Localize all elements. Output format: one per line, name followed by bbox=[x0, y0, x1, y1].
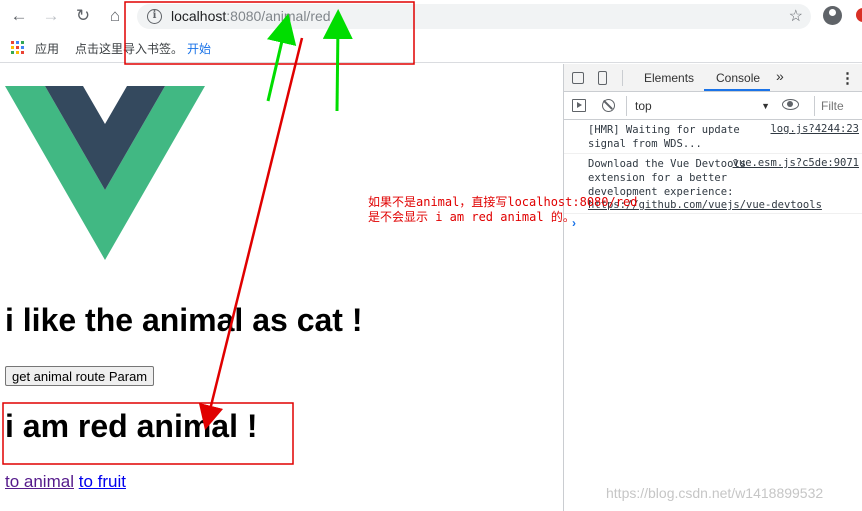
account-icon[interactable] bbox=[823, 6, 842, 25]
star-icon[interactable]: ☆ bbox=[789, 6, 803, 26]
get-route-param-button[interactable]: get animal route Param bbox=[5, 366, 155, 386]
devtools-tabbar: Elements Console » ⋮ bbox=[564, 64, 862, 92]
url-path: :8080/animal/red bbox=[226, 8, 331, 24]
clear-console-icon[interactable] bbox=[602, 99, 615, 112]
home-icon[interactable]: ⌂ bbox=[104, 5, 126, 27]
bookmark-start-link[interactable]: 开始 bbox=[187, 40, 211, 57]
console-message-link[interactable]: https://github.com/vuejs/vue-devtools bbox=[588, 199, 822, 211]
console-message-source[interactable]: vue.esm.js?c5de:9071 bbox=[733, 157, 859, 169]
reload-icon[interactable]: ↻ bbox=[72, 5, 94, 27]
bookmark-apps[interactable]: 应用 bbox=[35, 40, 59, 57]
route-result-heading: i am red animal ! bbox=[5, 408, 258, 444]
browser-window: ← → ↻ ⌂ i localhost:8080/animal/red ☆ 应用… bbox=[0, 0, 862, 511]
more-tabs-icon[interactable]: » bbox=[776, 68, 784, 84]
console-message-text: [HMR] Waiting for update signal from WDS… bbox=[588, 124, 747, 150]
to-animal-link[interactable]: to animal bbox=[5, 472, 74, 491]
console-sidebar-icon[interactable] bbox=[572, 99, 586, 112]
console-prompt-icon[interactable]: › bbox=[572, 216, 576, 230]
devtools-panel: Elements Console » ⋮ top ▼ [HMR] Waiting… bbox=[563, 64, 862, 511]
bookmarks-bar: 应用 点击这里导入书签。 开始 bbox=[0, 33, 862, 63]
context-value: top bbox=[635, 99, 652, 113]
bookmark-import-text: 点击这里导入书签。 bbox=[75, 42, 184, 56]
extension-icon[interactable] bbox=[856, 8, 862, 22]
caret-down-icon: ▼ bbox=[761, 101, 770, 111]
forward-icon[interactable]: → bbox=[40, 5, 62, 27]
divider bbox=[622, 70, 623, 86]
tab-elements[interactable]: Elements bbox=[644, 71, 694, 85]
page-heading: i like the animal as cat ! bbox=[5, 302, 363, 338]
apps-grid-icon[interactable] bbox=[11, 41, 24, 54]
router-links: to animal to fruit bbox=[5, 472, 126, 492]
console-message: Download the Vue Devtools extension for … bbox=[564, 154, 862, 214]
console-filter-input[interactable] bbox=[814, 96, 862, 116]
active-tab-indicator bbox=[704, 89, 770, 91]
url-text[interactable]: localhost:8080/animal/red bbox=[171, 8, 331, 24]
context-select[interactable]: top ▼ bbox=[626, 96, 770, 116]
inspect-element-icon[interactable] bbox=[572, 72, 584, 84]
console-toolbar: top ▼ bbox=[564, 92, 862, 120]
console-messages: [HMR] Waiting for update signal from WDS… bbox=[564, 120, 862, 214]
vue-logo bbox=[5, 86, 205, 260]
page-viewport: i like the animal as cat ! get animal ro… bbox=[0, 64, 563, 511]
live-expression-eye-icon[interactable] bbox=[782, 99, 799, 110]
console-message: [HMR] Waiting for update signal from WDS… bbox=[564, 120, 862, 154]
to-fruit-link[interactable]: to fruit bbox=[79, 472, 126, 491]
info-icon[interactable]: i bbox=[147, 9, 162, 24]
back-icon[interactable]: ← bbox=[8, 5, 30, 27]
address-bar[interactable]: i localhost:8080/animal/red ☆ bbox=[137, 4, 811, 29]
browser-toolbar: ← → ↻ ⌂ i localhost:8080/animal/red ☆ bbox=[0, 0, 862, 33]
devtools-menu-icon[interactable]: ⋮ bbox=[840, 69, 855, 87]
tab-console[interactable]: Console bbox=[716, 71, 760, 85]
console-message-source[interactable]: log.js?4244:23 bbox=[770, 123, 859, 135]
url-host: localhost bbox=[171, 8, 227, 24]
console-message-text: Download the Vue Devtools extension for … bbox=[588, 158, 753, 198]
device-toolbar-icon[interactable] bbox=[598, 71, 607, 85]
